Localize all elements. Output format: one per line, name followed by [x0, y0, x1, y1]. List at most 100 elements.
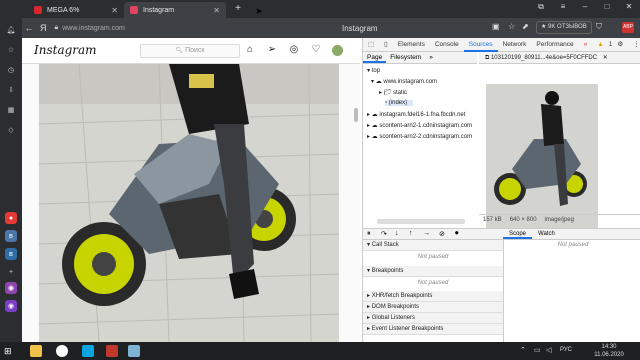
close-tab-icon[interactable]: ✕ [213, 6, 220, 15]
tree-item-origin[interactable]: ▾ ☁ www.instagram.com [371, 78, 437, 85]
menu-icon[interactable]: ≡ [556, 2, 570, 11]
motorcycle-image [39, 64, 339, 342]
instagram-page: Instagram 🔍︎ Поиск ⌂ ➢ ◎ ♡ [22, 38, 360, 342]
clock-time: 14:30 [601, 344, 617, 350]
alice-icon[interactable]: ◉ [5, 282, 17, 294]
heart-icon[interactable]: ♡ [310, 44, 322, 56]
new-tab-button[interactable]: + [232, 3, 244, 15]
bookmark-star-icon[interactable]: ☆ [508, 22, 515, 31]
file-tree: ▾ top ▾ ☁ www.instagram.com ▸ 📁︎ static … [363, 65, 477, 255]
protect-icon[interactable]: ⛉ [596, 22, 602, 32]
maximize-icon[interactable]: □ [600, 2, 614, 11]
direct-icon[interactable]: ➢ [266, 44, 278, 56]
volume-icon[interactable]: ◁ [546, 346, 551, 354]
recorder-icon[interactable] [106, 345, 118, 357]
tab-network[interactable]: Network [498, 38, 532, 52]
explorer-icon[interactable] [30, 345, 42, 357]
minimize-icon[interactable]: – [578, 2, 592, 11]
subtab-filesystem[interactable]: Filesystem [386, 52, 425, 63]
skype-icon[interactable] [82, 345, 94, 357]
yandex-logo[interactable]: Я [40, 23, 47, 33]
search-input[interactable]: 🔍︎ Поиск [140, 44, 240, 58]
close-window-icon[interactable]: ✕ [622, 2, 636, 11]
inspect-icon[interactable]: ⬚ [363, 38, 379, 52]
cursor-icon: ➤ [255, 6, 263, 16]
step-out-icon[interactable]: ↑ [409, 230, 413, 237]
tab-elements[interactable]: Elements [393, 38, 430, 52]
bookmark-icon[interactable]: ⧉ [534, 2, 548, 12]
tab-mega[interactable]: MEGA 6% ✕ [28, 2, 124, 18]
extensions-icon[interactable]: ⬈ [522, 22, 529, 31]
tree-item-cdn3[interactable]: ▸ ☁ scontent-arn2-2.cdninstagram.com [367, 133, 472, 140]
page-scrollbar[interactable] [354, 108, 358, 122]
dom-breakpoints-section[interactable]: ▸ DOM Breakpoints [363, 302, 503, 313]
clock[interactable]: 14:30 11.06.2020 [584, 343, 634, 359]
notifications-icon[interactable]: 🔔︎ [5, 24, 17, 36]
sources-subtabs: Page Filesystem » [363, 52, 477, 64]
device-icon[interactable]: ▯ [379, 38, 393, 52]
call-stack-section[interactable]: ▾ Call Stack [363, 240, 503, 251]
pause-on-exceptions-icon[interactable]: ⏺ [455, 230, 459, 238]
preview-tab[interactable]: ⧉ 103120199_80911...4e&oe=5F0CFFDC ✕ [479, 52, 640, 64]
tree-item-cdn1[interactable]: ▸ ☁ instagram.fdel16-1.fna.fbcdn.net [367, 111, 465, 118]
language-indicator[interactable]: РУС [560, 347, 572, 353]
collections-icon[interactable]: ▦ [5, 104, 17, 116]
tree-item-index[interactable]: ▫ (index) [385, 100, 414, 106]
pane-divider[interactable] [503, 240, 504, 342]
tab-performance[interactable]: Performance [531, 38, 578, 52]
zen-icon[interactable]: ◇ [5, 124, 17, 136]
start-icon[interactable]: ⊞ [4, 345, 16, 357]
tree-scrollbar[interactable] [377, 219, 465, 224]
tab-console[interactable]: Console [430, 38, 464, 52]
step-icon[interactable]: → [423, 230, 430, 237]
tree-item-top[interactable]: ▾ top [367, 67, 380, 74]
yandex-browser-icon[interactable] [56, 345, 68, 357]
back-icon[interactable]: ← [22, 23, 36, 33]
app-icon[interactable]: ● [5, 212, 17, 224]
pause-icon[interactable]: ⏸ [367, 230, 371, 238]
notepad-icon[interactable] [128, 345, 140, 357]
assistant-icon[interactable]: ◉ [5, 300, 17, 312]
scope-tabs: Scope Watch [503, 228, 640, 240]
global-listeners-section[interactable]: ▸ Global Listeners [363, 313, 503, 324]
add-panel-icon[interactable]: + [5, 266, 17, 278]
tray-arrow-icon[interactable]: ⌃ [520, 346, 526, 354]
tab-sources[interactable]: Sources [463, 38, 498, 52]
event-listener-breakpoints-section[interactable]: ▸ Event Listener Breakpoints [363, 324, 503, 335]
more-tabs-icon[interactable]: » [579, 38, 593, 52]
tree-item-cdn2[interactable]: ▸ ☁ scontent-arn2-1.cdninstagram.com [367, 122, 472, 129]
vk-messenger-icon[interactable]: в [5, 248, 17, 260]
xhr-breakpoints-section[interactable]: ▸ XHR/fetch Breakpoints [363, 291, 503, 302]
history-icon[interactable]: ◷ [5, 64, 17, 76]
tab-instagram[interactable]: Instagram ✕ [124, 2, 226, 18]
reviews-badge[interactable]: ★ 9K ОТЗЫВОВ [536, 21, 592, 34]
tree-item-static[interactable]: ▸ 📁︎ static [379, 89, 407, 96]
instagram-logo[interactable]: Instagram [34, 43, 97, 57]
home-icon[interactable]: ⌂ [244, 44, 256, 56]
tab-scope[interactable]: Scope [503, 229, 533, 239]
kebab-menu-icon[interactable]: ⋮ [628, 38, 640, 52]
subtab-page[interactable]: Page [363, 52, 387, 63]
bookmarks-icon[interactable]: ☆ [5, 44, 17, 56]
reader-icon[interactable]: ▣ [492, 22, 500, 31]
url-field[interactable]: 🔒︎ www.instagram.com [55, 21, 125, 35]
step-over-icon[interactable]: ↷ [381, 230, 387, 238]
post-photo[interactable] [39, 64, 339, 342]
tab-watch[interactable]: Watch [532, 229, 561, 239]
adblock-icon[interactable]: ABP [622, 22, 634, 33]
deactivate-breakpoints-icon[interactable]: ⊘ [439, 230, 445, 238]
address-bar: ← Я 🔒︎ www.instagram.com Instagram ▣ ☆ ⬈… [22, 18, 640, 38]
downloads-icon[interactable]: ⇩ [5, 84, 17, 96]
breakpoints-section[interactable]: ▾ Breakpoints [363, 266, 503, 277]
warning-icon[interactable]: ▲ [592, 38, 608, 52]
explore-icon[interactable]: ◎ [288, 44, 300, 56]
search-icon: 🔍︎ [175, 48, 184, 54]
settings-icon[interactable]: ⚙ [612, 38, 628, 52]
more-subtabs-icon[interactable]: » [425, 52, 437, 63]
step-into-icon[interactable]: ↓ [395, 230, 399, 237]
avatar[interactable] [332, 45, 343, 56]
network-icon[interactable]: ▭ [534, 346, 541, 354]
vk-icon[interactable]: в [5, 230, 17, 242]
close-tab-icon[interactable]: ✕ [111, 6, 118, 15]
close-file-icon[interactable]: ✕ [603, 55, 608, 61]
